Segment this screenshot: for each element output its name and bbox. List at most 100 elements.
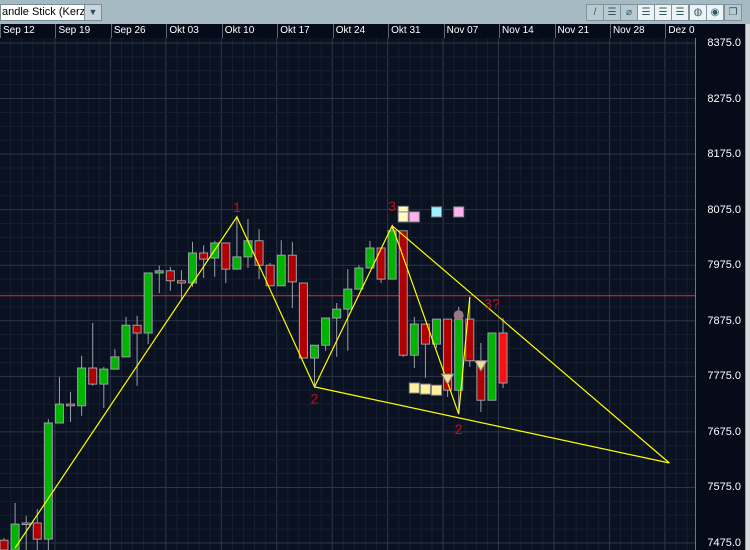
y-tick-label: 8375.0 bbox=[707, 37, 741, 49]
x-tick-label: Nov 14 bbox=[499, 24, 534, 38]
y-tick-label: 7575.0 bbox=[707, 481, 741, 494]
candle bbox=[54, 376, 64, 424]
candle bbox=[110, 349, 120, 370]
square-marker bbox=[431, 206, 443, 218]
toolbar: andle Stick (Kerze ▼ / ☰ ⌀ ☰ ☰ ☰ ◍ ◉ ❐ bbox=[0, 0, 750, 24]
candle-body bbox=[432, 318, 442, 345]
window-icon[interactable]: ❐ bbox=[725, 5, 741, 20]
square-marker bbox=[453, 206, 465, 218]
square-marker bbox=[408, 382, 420, 394]
candle-body bbox=[154, 270, 164, 274]
candle-body bbox=[343, 288, 353, 310]
y-tick-label: 7675.0 bbox=[707, 425, 741, 438]
y-tick-label: 7875.0 bbox=[707, 314, 741, 327]
candle bbox=[454, 306, 464, 413]
candle bbox=[476, 343, 486, 412]
x-tick-label: Nov 21 bbox=[554, 24, 589, 38]
candle-body bbox=[354, 267, 364, 290]
candle-body bbox=[99, 368, 109, 385]
price-axis: 8375.0 8275.0 8175.0 8075.0 7975.0 7875.0 7775… bbox=[695, 37, 745, 550]
chart-type-dropdown[interactable]: andle Stick (Kerze ▼ bbox=[0, 4, 102, 21]
scrollbar[interactable] bbox=[745, 24, 750, 550]
candle bbox=[77, 355, 87, 416]
square-marker bbox=[397, 211, 409, 223]
wave-label: 3 bbox=[388, 198, 396, 214]
candle-body bbox=[110, 356, 120, 370]
circle-marker bbox=[453, 310, 464, 321]
candle bbox=[165, 266, 175, 291]
candle-body bbox=[321, 317, 331, 346]
candle bbox=[276, 240, 286, 287]
candle bbox=[243, 219, 253, 268]
y-tick-label: 7475.0 bbox=[707, 537, 741, 549]
candle-body bbox=[10, 523, 20, 550]
candle bbox=[343, 269, 353, 351]
candle-body bbox=[254, 240, 264, 266]
candle-body bbox=[54, 403, 64, 424]
square-marker bbox=[419, 383, 431, 395]
candle-body bbox=[199, 252, 209, 260]
x-tick-label: Sep 19 bbox=[55, 24, 90, 38]
y-tick-label: 8175.0 bbox=[707, 148, 741, 161]
wave-label: 2 bbox=[311, 391, 319, 407]
candle-body bbox=[409, 323, 419, 356]
candle-body bbox=[276, 254, 286, 287]
window-tools-group: ❐ bbox=[724, 4, 742, 21]
chart-type-value: andle Stick (Kerze bbox=[2, 6, 92, 18]
candle-body bbox=[66, 403, 76, 407]
candle bbox=[21, 515, 31, 550]
y-tick-label: 7975.0 bbox=[707, 259, 741, 272]
candle bbox=[43, 419, 53, 550]
x-tick-label: Okt 31 bbox=[388, 24, 421, 38]
x-tick-label: Okt 24 bbox=[332, 24, 365, 38]
x-tick-label: Sep 26 bbox=[110, 24, 146, 38]
candle-body bbox=[121, 324, 131, 358]
grid-3-icon[interactable]: ☰ bbox=[672, 5, 688, 20]
candle-body bbox=[332, 308, 342, 319]
candle-body bbox=[0, 539, 9, 550]
candle bbox=[66, 391, 76, 422]
candle-body bbox=[387, 230, 397, 280]
candle bbox=[298, 282, 308, 359]
candle bbox=[420, 323, 430, 378]
y-tick-label: 7775.0 bbox=[707, 370, 741, 383]
candle bbox=[487, 332, 497, 401]
candle bbox=[143, 272, 153, 345]
candle bbox=[365, 240, 375, 269]
candle-body bbox=[143, 272, 153, 334]
candle-body bbox=[21, 522, 31, 525]
y-tick-label: 8075.0 bbox=[707, 203, 741, 216]
candle-body bbox=[132, 324, 142, 334]
candle bbox=[132, 315, 142, 386]
candle bbox=[88, 323, 98, 386]
candle bbox=[188, 241, 198, 287]
candle-body bbox=[176, 280, 186, 284]
candle-body bbox=[232, 256, 242, 270]
drawing-tools-group: / ☰ ⌀ bbox=[586, 4, 638, 21]
candle-body bbox=[243, 240, 253, 258]
candle bbox=[498, 318, 508, 388]
wave-label: 2 bbox=[455, 421, 463, 437]
pattern-icon[interactable]: ◉ bbox=[707, 5, 723, 20]
candlestick-chart[interactable]: 1 2 3 2 3? bbox=[0, 38, 695, 550]
candle-body bbox=[298, 282, 308, 359]
candle bbox=[99, 366, 109, 408]
candle bbox=[409, 316, 419, 368]
square-marker bbox=[408, 211, 420, 223]
chevron-down-icon[interactable]: ▼ bbox=[84, 5, 101, 20]
grid-2-icon[interactable]: ☰ bbox=[655, 5, 671, 20]
x-tick-label: Okt 03 bbox=[166, 24, 199, 38]
candle-body bbox=[376, 247, 386, 280]
x-tick-label: Nov 28 bbox=[609, 24, 645, 38]
candle bbox=[221, 242, 231, 283]
candle-body bbox=[77, 367, 87, 407]
grid-1-icon[interactable]: ☰ bbox=[638, 5, 654, 20]
delete-line-icon[interactable]: ⌀ bbox=[621, 5, 637, 20]
view-tools-group: ◍ ◉ bbox=[689, 4, 724, 21]
candle bbox=[121, 316, 131, 358]
candle bbox=[443, 318, 453, 397]
horizontal-line-icon[interactable]: ☰ bbox=[604, 5, 620, 20]
grid-tools-group: ☰ ☰ ☰ bbox=[637, 4, 689, 21]
zoom-icon[interactable]: ◍ bbox=[690, 5, 706, 20]
line-draw-icon[interactable]: / bbox=[587, 5, 603, 20]
